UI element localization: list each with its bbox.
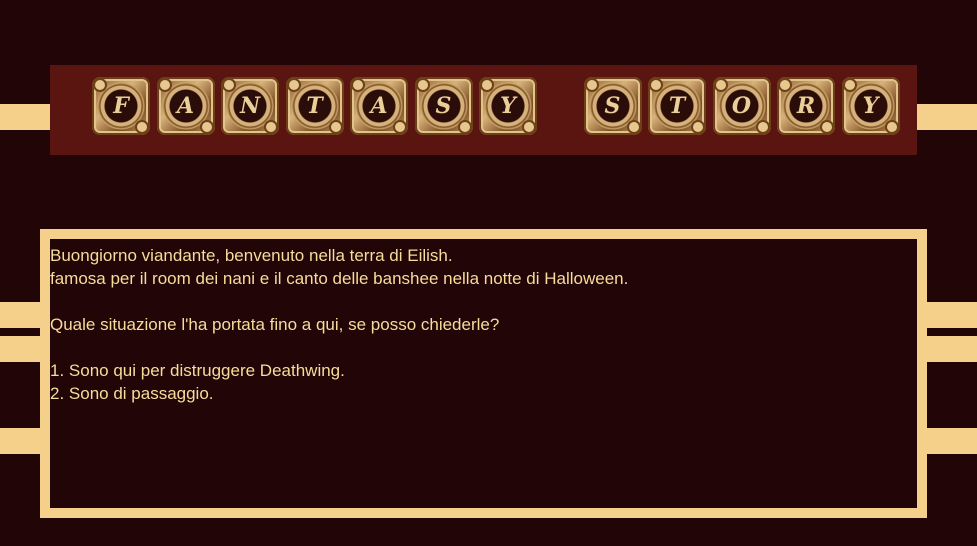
title-letter-tile: N <box>221 77 279 135</box>
dialog-box: Buongiorno viandante, benvenuto nella te… <box>40 229 927 518</box>
title-letter-tile: Y <box>841 77 900 135</box>
title-letter-tile: O <box>712 77 771 135</box>
choice-option-2[interactable]: 2. Sono di passaggio. <box>50 382 628 405</box>
decor-stripe-left-1 <box>0 302 40 328</box>
game-title: F A N T A S Y S T O R Y <box>92 77 906 135</box>
decor-stripe-right-3 <box>927 428 977 454</box>
decor-stripe-right-top <box>917 104 977 130</box>
title-banner: F A N T A S Y S T O R Y <box>50 65 917 155</box>
decor-stripe-right-2 <box>927 336 977 362</box>
choice-option-1[interactable]: 1. Sono qui per distruggere Deathwing. <box>50 359 628 382</box>
dialog-line-greeting: Buongiorno viandante, benvenuto nella te… <box>50 246 453 265</box>
dialog-blank-line <box>50 290 628 313</box>
dialog-text: Buongiorno viandante, benvenuto nella te… <box>50 244 628 405</box>
title-letter-tile: T <box>648 77 706 135</box>
decor-stripe-right-1 <box>927 302 977 328</box>
dialog-line-description: famosa per il room dei nani e il canto d… <box>50 269 629 288</box>
title-letter-tile: A <box>350 77 408 135</box>
dialog-line-question: Quale situazione l'ha portata fino a qui… <box>50 315 500 334</box>
title-letter-tile: S <box>583 77 642 135</box>
decor-stripe-left-2 <box>0 336 40 362</box>
title-letter-tile: Y <box>479 77 537 135</box>
title-letter-tile: S <box>414 77 473 135</box>
title-letter-tile: T <box>285 77 344 135</box>
dialog-blank-line <box>50 336 628 359</box>
title-letter-tile: A <box>156 77 215 135</box>
decor-stripe-left-3 <box>0 428 40 454</box>
title-letter-tile: R <box>777 77 835 135</box>
decor-stripe-left-top <box>0 104 50 130</box>
title-letter-tile: F <box>92 77 150 135</box>
dialog-content: Buongiorno viandante, benvenuto nella te… <box>50 239 917 508</box>
